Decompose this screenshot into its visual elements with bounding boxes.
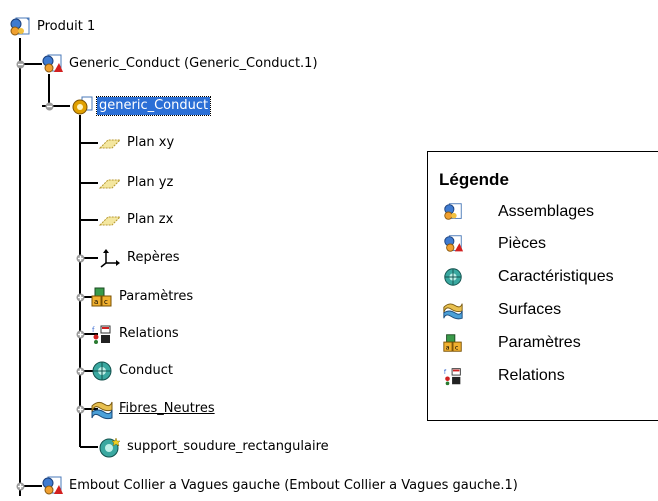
tree-node-label: Relations [119,326,179,341]
tree-node-label: Generic_Conduct (Generic_Conduct.1) [69,56,318,71]
tree-node-reperes[interactable]: Repères [98,247,182,269]
surfaces-icon [90,398,114,420]
parameters-icon: ac [442,332,464,354]
legend-label: Paramètres [498,334,581,351]
expand-toggle[interactable] [76,254,85,263]
svg-text:a: a [446,343,450,351]
relations-icon: f [90,323,114,345]
tree-node-plan-xy[interactable]: Plan xy [98,132,176,154]
tree-node-support-soudure[interactable]: support_soudure_rectangulaire [98,436,331,458]
legend-item: f Relations [442,361,565,391]
plane-icon [98,209,122,231]
tree-node-embout[interactable]: Embout Collier a Vagues gauche (Embout C… [40,475,520,497]
legend-box: Légende Assemblages Pièces Caractéristiq… [427,151,658,421]
tree-node-product[interactable]: Generic_Conduct (Generic_Conduct.1) [40,53,320,75]
expand-toggle[interactable] [76,330,85,339]
collapse-toggle[interactable] [16,60,25,69]
plane-icon [98,172,122,194]
tree-node-label: Paramètres [119,289,194,304]
part-icon [40,475,64,497]
expand-toggle[interactable] [76,405,85,414]
tree-node-label: Repères [127,250,180,265]
legend-item: Surfaces [442,295,561,325]
feature-icon [98,436,122,458]
tree-node-root[interactable]: Produit 1 [8,16,97,38]
svg-text:c: c [455,343,459,351]
expand-toggle[interactable] [76,367,85,376]
expand-toggle[interactable] [16,482,25,491]
tree-node-label: Embout Collier a Vagues gauche (Embout C… [69,478,518,493]
surfaces-icon [442,299,464,321]
tree-node-part[interactable]: generic_Conduct [70,95,212,117]
tree-node-label: generic_Conduct [95,96,212,116]
tree-node-label: Plan xy [127,135,175,150]
tree-node-relations[interactable]: f Relations [90,323,181,345]
feature-icon [442,266,464,288]
legend-item: ac Paramètres [442,328,581,358]
legend-label: Assemblages [498,203,595,220]
legend-label: Pièces [498,235,547,252]
tree-node-label: support_soudure_rectangulaire [127,439,329,454]
part-icon [40,53,64,75]
legend-label: Relations [498,367,565,384]
assembly-icon [442,201,464,223]
tree-node-label: Conduct [119,363,174,378]
tree-node-label: Produit 1 [37,19,96,34]
part-icon [442,233,464,255]
tree-node-label: Fibres_Neutres [119,401,215,416]
tree-node-plan-yz[interactable]: Plan yz [98,172,175,194]
parameters-icon: ac [90,286,114,308]
expand-toggle[interactable] [76,293,85,302]
legend-item: Caractéristiques [442,262,614,292]
legend-item: Pièces [442,229,546,259]
legend-label: Surfaces [498,301,562,318]
legend-title: Légende [439,170,509,189]
svg-text:c: c [104,298,108,306]
tree-node-plan-zx[interactable]: Plan zx [98,209,175,231]
assembly-icon [8,16,32,38]
plane-icon [98,132,122,154]
axis-system-icon [98,247,122,269]
svg-text:f: f [444,368,447,376]
feature-icon [90,360,114,382]
tree-node-parametres[interactable]: ac Paramètres [90,286,195,308]
feature-icon [70,95,94,117]
tree-node-label: Plan zx [127,212,174,227]
tree-node-fibres-neutres[interactable]: Fibres_Neutres [90,398,217,420]
legend-label: Caractéristiques [498,268,614,285]
svg-text:a: a [94,298,98,306]
collapse-toggle[interactable] [45,102,54,111]
tree-node-label: Plan yz [127,175,174,190]
legend-item: Assemblages [442,197,594,227]
relations-icon: f [442,365,464,387]
svg-text:f: f [92,326,95,334]
tree-node-conduct[interactable]: Conduct [90,360,175,382]
